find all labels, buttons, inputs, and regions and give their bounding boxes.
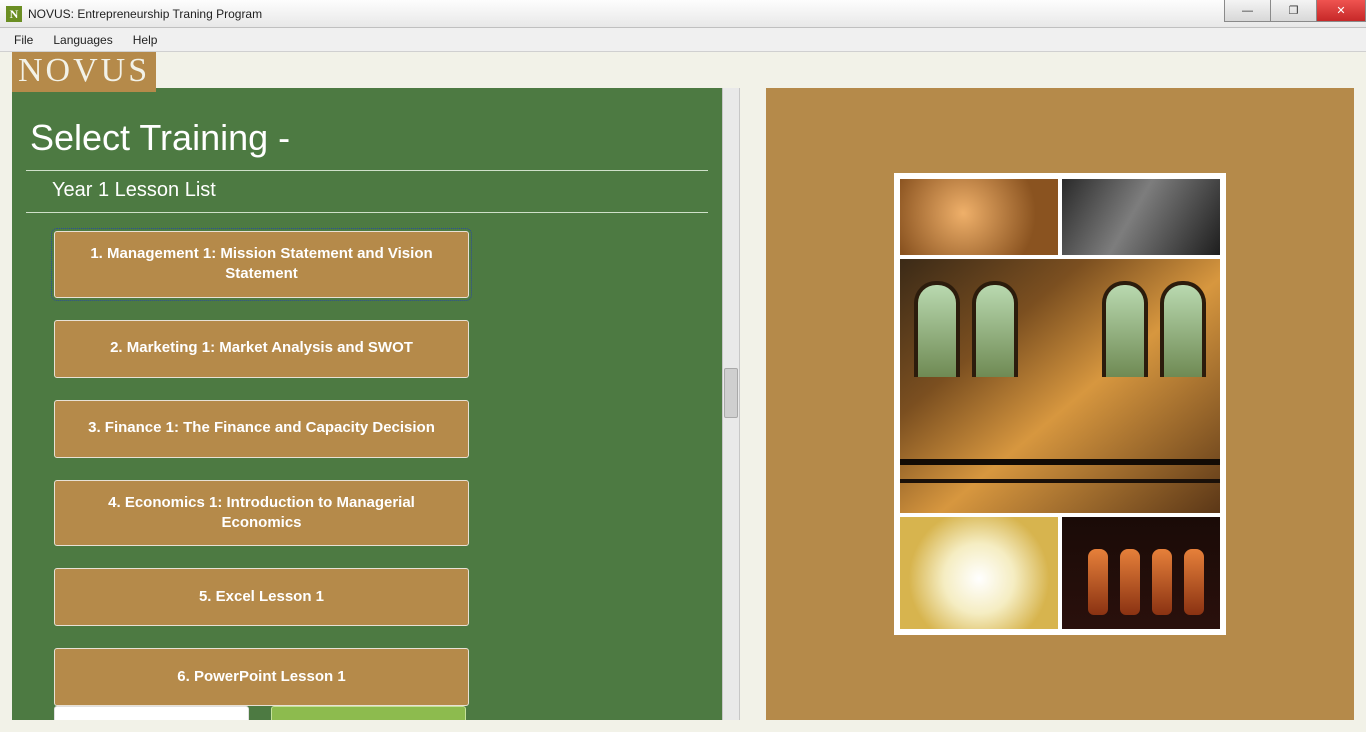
preview-panel [766,88,1354,720]
maximize-button[interactable]: ❐ [1270,0,1316,22]
lesson-label: 6. PowerPoint Lesson 1 [177,667,345,687]
lesson-label: 1. Management 1: Mission Statement and V… [77,244,446,285]
collage-tile-bottles [1062,517,1220,629]
right-pane [740,52,1366,732]
lesson-button-4[interactable]: 4. Economics 1: Introduction to Manageri… [54,480,469,547]
collage-tile-machinery [1062,179,1220,255]
collage-tile-copper-vats [900,179,1058,255]
lesson-list-heading: Year 1 Lesson List [26,177,708,212]
workspace: NOVUS Select Training - Year 1 Lesson Li… [0,52,1366,732]
menu-languages[interactable]: Languages [43,33,122,47]
scrollbar-thumb[interactable] [724,368,738,418]
collage-tile-beer-glass [900,517,1058,629]
divider [26,170,708,171]
menubar: File Languages Help [0,28,1366,52]
lesson-button-5[interactable]: 5. Excel Lesson 1 [54,568,469,626]
page-title: Select Training - [12,88,722,170]
window-controls: — ❐ ✕ [1224,0,1366,22]
lesson-label: 2. Marketing 1: Market Analysis and SWOT [110,338,413,358]
menu-help[interactable]: Help [123,33,168,47]
lesson-label: 5. Excel Lesson 1 [199,587,324,607]
brand-logo: NOVUS [12,52,156,92]
window-title: NOVUS: Entrepreneurship Traning Program [28,7,262,21]
left-pane: Select Training - Year 1 Lesson List 1. … [0,52,740,732]
vertical-scrollbar[interactable] [722,88,740,720]
footer-button-right[interactable] [271,706,466,720]
lesson-label: 4. Economics 1: Introduction to Manageri… [77,493,446,534]
window-titlebar: N NOVUS: Entrepreneurship Traning Progra… [0,0,1366,28]
lesson-button-6[interactable]: 6. PowerPoint Lesson 1 [54,648,469,706]
close-button[interactable]: ✕ [1316,0,1366,22]
collage-tile-brewery-hall [900,259,1220,513]
footer-button-left[interactable] [54,706,249,720]
minimize-button[interactable]: — [1224,0,1270,22]
app-icon: N [6,6,22,22]
brand-logo-text: NOVUS [18,52,150,89]
lesson-button-1[interactable]: 1. Management 1: Mission Statement and V… [54,231,469,298]
lesson-button-2[interactable]: 2. Marketing 1: Market Analysis and SWOT [54,320,469,378]
lesson-list: 1. Management 1: Mission Statement and V… [12,213,722,706]
image-collage [894,173,1226,635]
menu-file[interactable]: File [4,33,43,47]
lesson-button-3[interactable]: 3. Finance 1: The Finance and Capacity D… [54,400,469,458]
training-panel: Select Training - Year 1 Lesson List 1. … [12,88,722,720]
footer-buttons [54,706,466,720]
lesson-label: 3. Finance 1: The Finance and Capacity D… [88,418,435,438]
